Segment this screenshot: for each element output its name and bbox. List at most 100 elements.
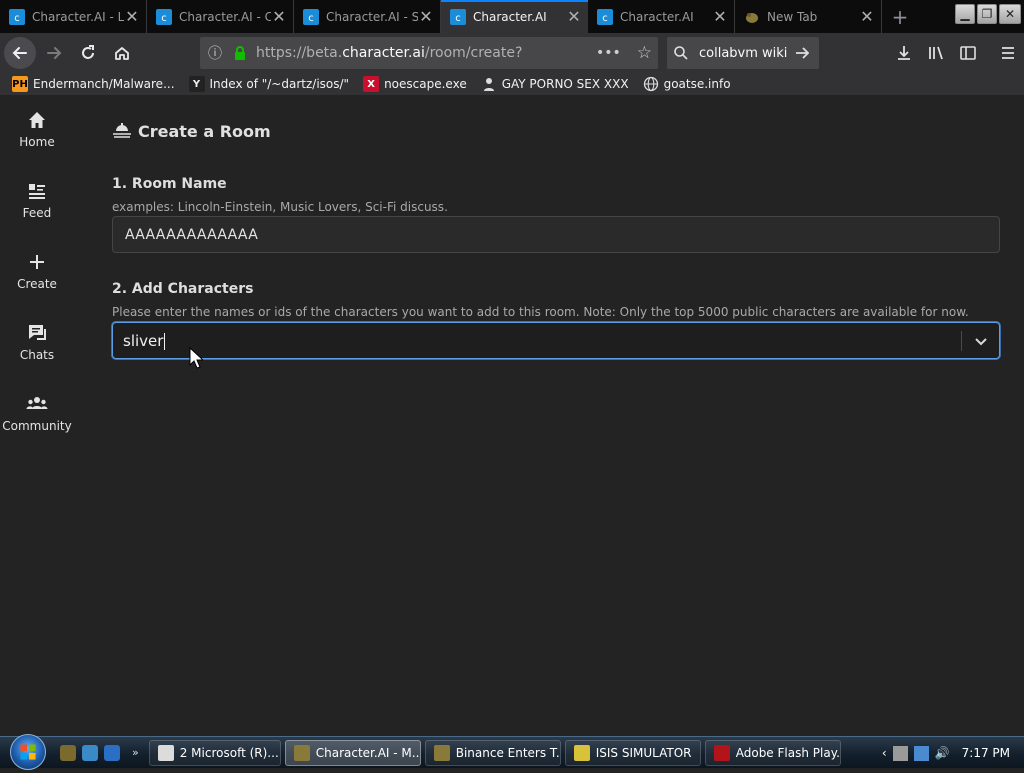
bookmark-item[interactable]: X noescape.exe	[363, 76, 467, 92]
browser-tab-active[interactable]: c Character.AI ✕	[441, 0, 588, 33]
volume-icon[interactable]: 🔊	[935, 746, 950, 760]
browser-tab[interactable]: c Character.AI - C ✕	[147, 0, 294, 33]
search-icon	[674, 46, 688, 60]
bookmark-item[interactable]: GAY PORNO SEX XXX	[481, 76, 629, 92]
tab-label: Character.AI - L	[32, 9, 124, 24]
tray-app-icon[interactable]	[892, 745, 908, 761]
characterai-favicon-icon: c	[597, 8, 613, 25]
plus-icon: +	[891, 4, 909, 29]
taskbar-button[interactable]: ISIS SIMULATOR	[564, 739, 701, 766]
start-button[interactable]	[10, 733, 46, 770]
downloads-button[interactable]	[888, 37, 920, 69]
person-icon	[483, 78, 494, 91]
taskbar-button-label: Binance Enters T...	[455, 745, 561, 760]
bookmark-label: noescape.exe	[384, 77, 467, 91]
sidenav-item-community[interactable]: Community	[0, 393, 74, 433]
character-search-input[interactable]: sliver	[113, 332, 961, 350]
svg-text:c: c	[308, 13, 314, 24]
tab-label: New Tab	[767, 9, 818, 24]
quicklaunch-app-icon[interactable]	[82, 744, 98, 761]
sidenav-item-feed[interactable]: Feed	[0, 180, 74, 220]
sidenav-label: Chats	[19, 348, 55, 362]
tab-close-icon[interactable]: ✕	[566, 8, 582, 25]
sidebar-icon	[960, 46, 976, 60]
search-go-arrow-icon[interactable]	[793, 44, 811, 62]
search-bar[interactable]: collabvm wiki	[667, 37, 819, 69]
tab-close-icon[interactable]: ✕	[271, 8, 287, 25]
minimize-button[interactable]: ▁	[955, 4, 975, 24]
url-text: https://beta.character.ai/room/create?	[256, 45, 523, 61]
sidenav-label: Create	[17, 277, 57, 291]
taskbar-button[interactable]: Adobe Flash Play...	[704, 739, 841, 766]
quicklaunch-app-icon[interactable]	[60, 744, 76, 761]
sidenav-item-home[interactable]: Home	[0, 109, 74, 149]
sidebar-toggle-button[interactable]	[952, 37, 984, 69]
svg-text:c: c	[602, 13, 608, 24]
taskbar-button-label: 2 Microsoft (R)...	[179, 745, 279, 760]
chevron-down-icon	[974, 337, 987, 345]
feed-icon	[29, 184, 45, 199]
sidenav-item-create[interactable]: Create	[0, 251, 74, 291]
close-window-button[interactable]: ✕	[999, 4, 1021, 24]
svg-text:c: c	[161, 13, 167, 24]
hamburger-menu-icon	[1002, 47, 1014, 59]
yp-icon: Y	[188, 76, 205, 92]
address-bar[interactable]: ⓘ https://beta.character.ai/room/create?…	[200, 37, 658, 69]
room-name-hint: examples: Lincoln-Einstein, Music Lovers…	[112, 200, 448, 214]
back-button[interactable]	[4, 37, 36, 69]
taskbar-button-label: Adobe Flash Play...	[735, 745, 841, 760]
tab-close-icon[interactable]: ✕	[859, 8, 875, 25]
tab-close-icon[interactable]: ✕	[712, 8, 728, 25]
character-search-select[interactable]: sliver	[112, 322, 1000, 359]
bookmark-item[interactable]: goatse.info	[643, 76, 731, 92]
add-characters-hint: Please enter the names or ids of the cha…	[112, 305, 969, 319]
home-button[interactable]	[106, 37, 138, 69]
quicklaunch-app-icon[interactable]	[104, 744, 120, 761]
room-name-input[interactable]: AAAAAAAAAAAAA	[112, 216, 1000, 253]
sidenav-item-chats[interactable]: Chats	[0, 322, 74, 362]
home-icon	[29, 112, 45, 128]
network-icon[interactable]	[913, 745, 929, 761]
tab-close-icon[interactable]: ✕	[124, 8, 140, 25]
characterai-favicon-icon: c	[156, 8, 172, 25]
toolbar-right	[888, 37, 1024, 69]
room-name-heading: 1. Room Name	[112, 176, 227, 192]
ph-icon: PH	[12, 76, 28, 92]
forward-button[interactable]	[38, 37, 70, 69]
tray-expand-icon[interactable]: ‹	[882, 746, 887, 760]
bookmarks-bar: PH Endermanch/Malware... Y Index of "/~d…	[0, 73, 1024, 95]
bookmark-star-icon[interactable]: ☆	[637, 43, 652, 63]
page-actions-icon[interactable]: •••	[596, 45, 621, 61]
sidenav-label: Community	[2, 419, 72, 433]
library-button[interactable]	[920, 37, 952, 69]
menu-button[interactable]	[992, 37, 1024, 69]
sidenav-label: Home	[19, 135, 55, 149]
tab-close-icon[interactable]: ✕	[418, 8, 434, 25]
taskbar-button-active[interactable]: Character.AI - M...	[284, 739, 421, 766]
page-title: Create a Room	[112, 121, 271, 141]
restore-button[interactable]: ❐	[977, 4, 997, 24]
reload-button[interactable]	[72, 37, 104, 69]
back-arrow-icon	[12, 47, 27, 59]
taskbar-button[interactable]: 2 Microsoft (R)... ▼	[148, 739, 281, 766]
browser-tab[interactable]: c Character.AI ✕	[588, 0, 735, 33]
new-tab-button[interactable]: +	[882, 0, 918, 33]
dropdown-toggle[interactable]	[962, 334, 999, 348]
browser-tab[interactable]: New Tab ✕	[735, 0, 882, 33]
chat-icon	[29, 325, 46, 340]
bookmark-item[interactable]: PH Endermanch/Malware...	[12, 76, 175, 92]
bookmark-item[interactable]: Y Index of "/~dartz/isos/"	[188, 76, 349, 92]
browser-tab[interactable]: c Character.AI - S ✕	[294, 0, 441, 33]
mouse-cursor-icon	[189, 347, 203, 369]
browser-tab[interactable]: c Character.AI - L ✕	[0, 0, 147, 33]
quicklaunch-more-icon[interactable]: »	[132, 746, 139, 759]
lock-icon[interactable]	[230, 45, 250, 61]
taskbar-button[interactable]: Binance Enters T...	[424, 739, 561, 766]
search-input[interactable]: collabvm wiki	[699, 46, 793, 61]
clock[interactable]: 7:17 PM	[962, 746, 1010, 760]
library-icon	[929, 46, 943, 60]
tab-strip: c Character.AI - L ✕ c Character.AI - C …	[0, 0, 1024, 33]
info-icon[interactable]: ⓘ	[200, 43, 230, 63]
flash-icon	[713, 744, 730, 761]
download-icon	[898, 46, 910, 60]
